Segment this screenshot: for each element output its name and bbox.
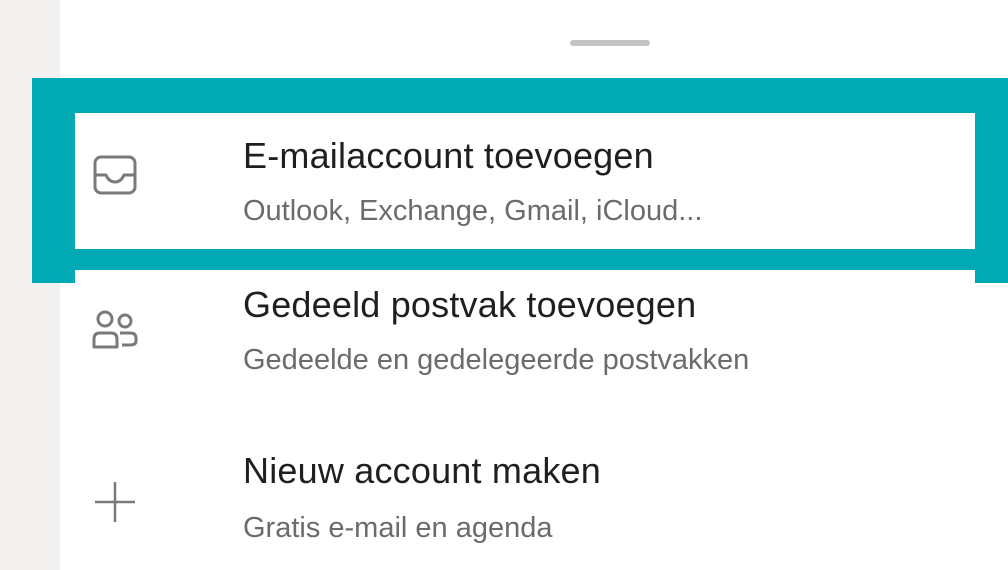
drag-handle[interactable] xyxy=(570,40,650,46)
plus-icon xyxy=(83,470,147,534)
people-icon xyxy=(83,298,147,362)
inbox-icon xyxy=(83,143,147,207)
add-email-account-subtitle: Outlook, Exchange, Gmail, iCloud... xyxy=(243,195,703,227)
add-shared-mailbox-title: Gedeeld postvak toevoegen xyxy=(243,284,697,325)
create-new-account-subtitle: Gratis e-mail en agenda xyxy=(243,512,553,544)
create-new-account-title: Nieuw account maken xyxy=(243,450,601,491)
add-email-account-title: E-mailaccount toevoegen xyxy=(243,135,654,176)
add-email-account-item[interactable]: E-mailaccount toevoegen Outlook, Exchang… xyxy=(75,113,975,249)
add-shared-mailbox-item[interactable]: Gedeeld postvak toevoegen Gedeelde en ge… xyxy=(75,270,975,400)
create-new-account-item[interactable]: Nieuw account maken Gratis e-mail en age… xyxy=(75,434,975,564)
add-shared-mailbox-subtitle: Gedeelde en gedelegeerde postvakken xyxy=(243,344,750,376)
